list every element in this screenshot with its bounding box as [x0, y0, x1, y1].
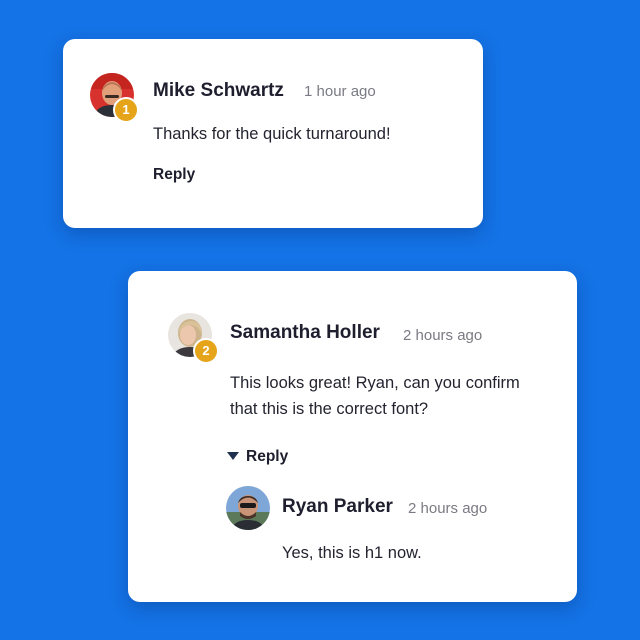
caret-down-icon [227, 452, 239, 460]
comment-card: 1 Mike Schwartz 1 hour ago Thanks for th… [63, 39, 483, 228]
reply-label: Reply [246, 448, 289, 465]
comment-text: This looks great! Ryan, can you confirm … [230, 374, 520, 418]
comment-author: Samantha Holler [230, 322, 380, 343]
comment-text: Thanks for the quick turnaround! [153, 125, 391, 143]
comment-timestamp: 1 hour ago [304, 83, 376, 100]
comment-timestamp: 2 hours ago [403, 327, 483, 344]
reply-text: Yes, this is h1 now. [282, 544, 422, 562]
replies-toggle-button[interactable]: Reply [227, 448, 288, 466]
comment-number-badge: 1 [113, 97, 139, 123]
reply-author: Ryan Parker [282, 496, 393, 517]
comment-card: 2 Samantha Holler 2 hours ago This looks… [128, 271, 577, 602]
avatar[interactable] [226, 486, 270, 530]
comment-author: Mike Schwartz [153, 80, 284, 101]
comment-number-badge: 2 [193, 338, 219, 364]
reply-timestamp: 2 hours ago [408, 500, 488, 517]
reply-button[interactable]: Reply [153, 166, 195, 184]
